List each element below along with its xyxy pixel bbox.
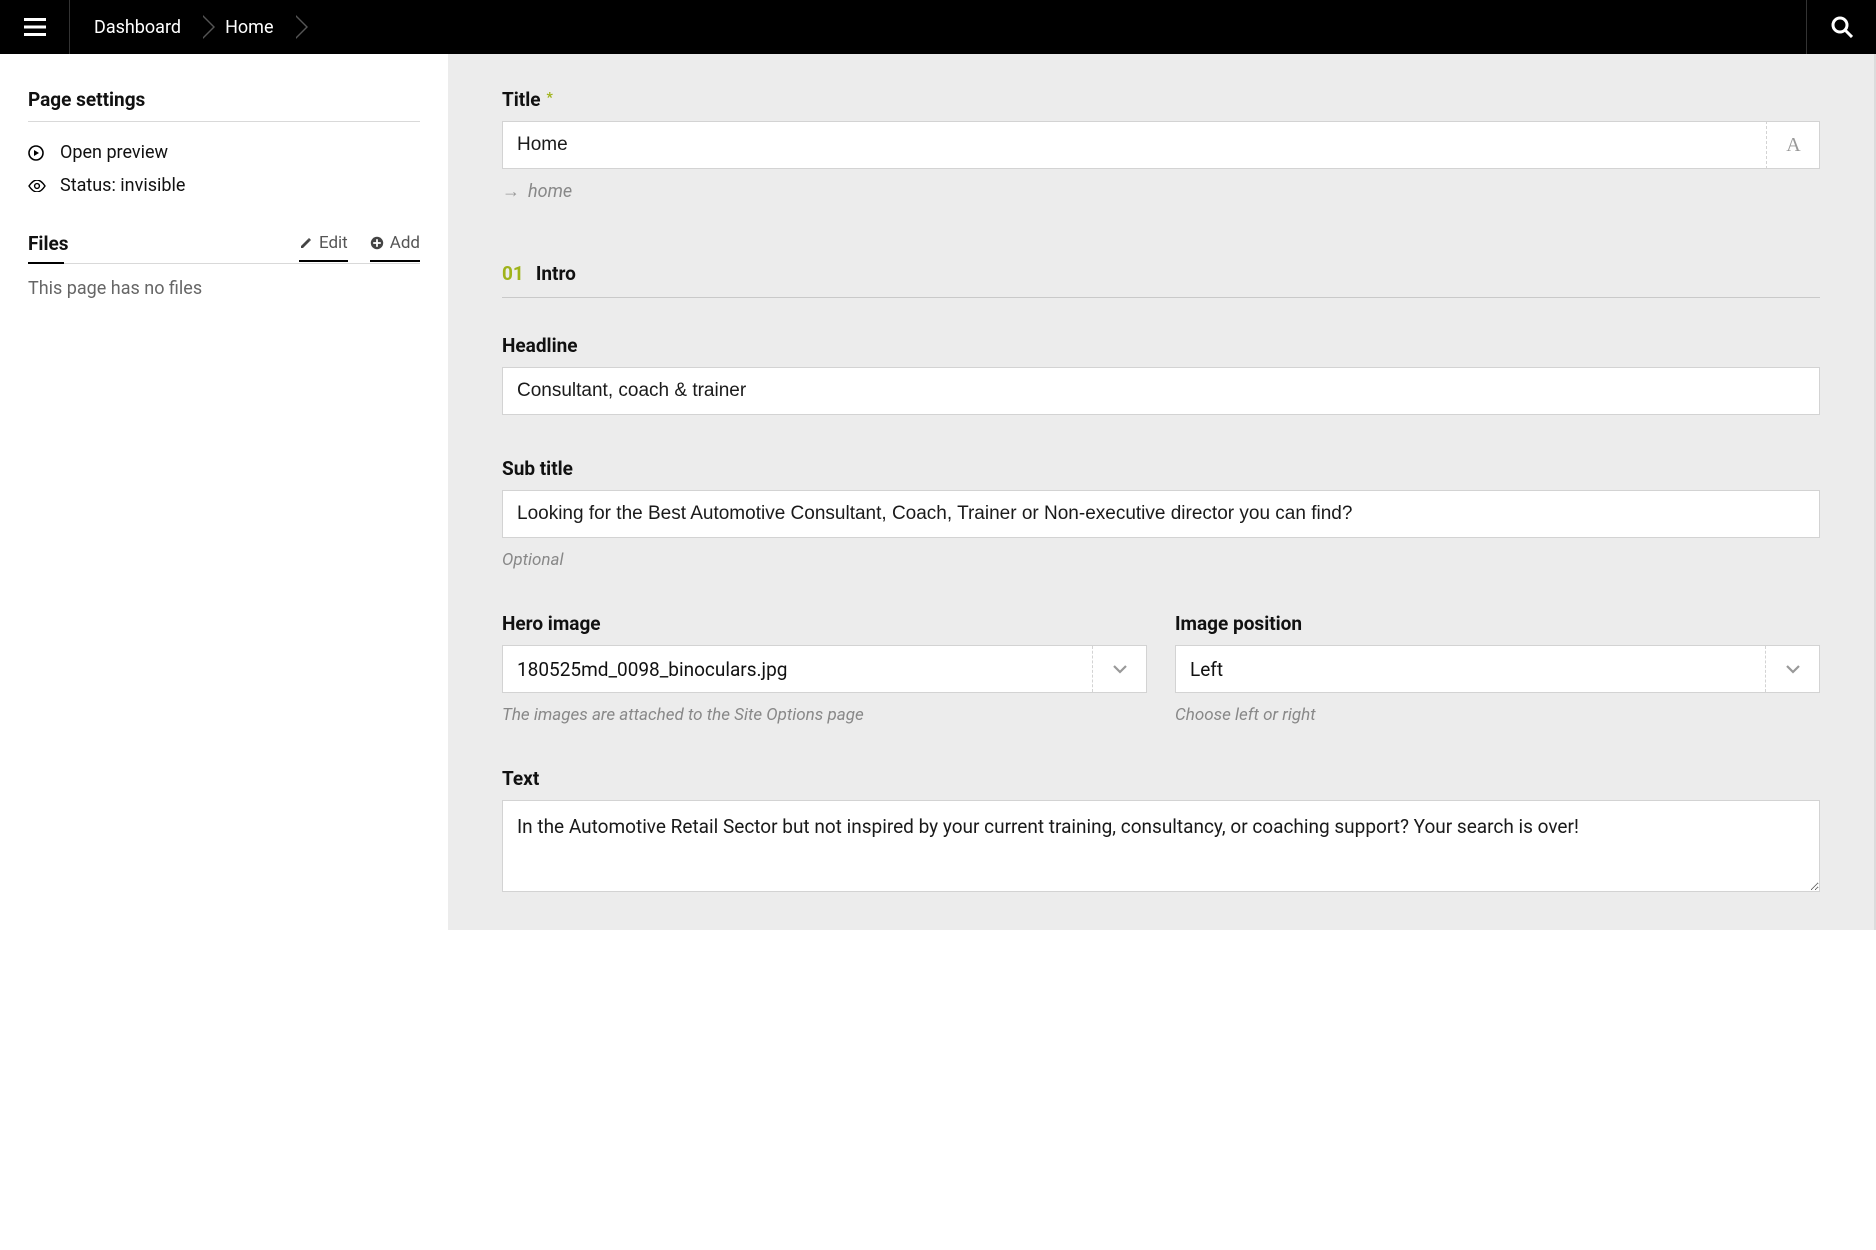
image-position-select[interactable]: Left (1175, 645, 1820, 693)
no-files-message: This page has no files (28, 278, 420, 299)
files-add-button[interactable]: Add (370, 233, 420, 261)
files-header: Files Edit (28, 232, 420, 264)
section-name: Intro (536, 262, 576, 285)
main: Title * A → home 01 Intro Headline Sub t (448, 54, 1876, 930)
title-formatting-button[interactable]: A (1766, 121, 1820, 169)
text-label: Text (502, 767, 1820, 790)
hero-label: Hero image (502, 612, 1147, 635)
required-star-icon: * (547, 90, 553, 106)
subtitle-input[interactable] (502, 490, 1820, 538)
open-preview-link[interactable]: Open preview (28, 136, 420, 169)
subtitle-help: Optional (502, 550, 1820, 570)
open-preview-label: Open preview (60, 142, 168, 163)
files-edit-label: Edit (319, 233, 348, 253)
page-settings-heading: Page settings (28, 88, 420, 122)
topbar: Dashboard Home (0, 0, 1876, 54)
hero-image-select[interactable]: 180525md_0098_binoculars.jpg (502, 645, 1147, 693)
content: Page settings Open preview Status: invis… (0, 54, 1876, 930)
plus-circle-icon (370, 236, 384, 250)
text-textarea[interactable] (502, 800, 1820, 892)
visibility-off-icon (28, 180, 46, 192)
play-circle-icon (28, 145, 46, 161)
hero-help: The images are attached to the Site Opti… (502, 705, 1147, 725)
hero-image-value: 180525md_0098_binoculars.jpg (503, 658, 1092, 681)
pencil-icon (299, 236, 313, 250)
files-heading: Files (28, 232, 69, 263)
breadcrumb: Dashboard Home (70, 0, 294, 54)
hero-row: Hero image 180525md_0098_binoculars.jpg … (502, 612, 1820, 725)
subtitle-field: Sub title Optional (502, 457, 1820, 570)
subtitle-label: Sub title (502, 457, 1820, 480)
search-icon (1831, 16, 1853, 38)
chevron-down-icon (1092, 646, 1146, 692)
files-edit-button[interactable]: Edit (299, 233, 348, 261)
status-label: Status: invisible (60, 175, 185, 196)
section-number: 01 (502, 262, 524, 285)
font-icon: A (1786, 134, 1800, 157)
files-add-label: Add (390, 233, 420, 253)
search-button[interactable] (1806, 0, 1876, 54)
hamburger-icon (24, 18, 46, 36)
headline-field: Headline (502, 334, 1820, 415)
slug-row: → home (502, 181, 1820, 202)
breadcrumb-dashboard[interactable]: Dashboard (70, 0, 201, 54)
position-help: Choose left or right (1175, 705, 1820, 725)
title-label: Title * (502, 88, 1820, 111)
arrow-right-icon: → (502, 181, 520, 202)
title-input[interactable] (502, 121, 1820, 169)
sidebar: Page settings Open preview Status: invis… (0, 54, 448, 930)
topbar-left: Dashboard Home (0, 0, 294, 54)
chevron-down-icon (1765, 646, 1819, 692)
position-label: Image position (1175, 612, 1820, 635)
headline-input[interactable] (502, 367, 1820, 415)
text-field: Text (502, 767, 1820, 896)
headline-label: Headline (502, 334, 1820, 357)
title-field: Title * A → home (502, 88, 1820, 202)
menu-button[interactable] (0, 0, 70, 54)
image-position-value: Left (1176, 658, 1765, 681)
slug-value: home (528, 181, 572, 202)
status-link[interactable]: Status: invisible (28, 169, 420, 202)
section-intro-heading: 01 Intro (502, 262, 1820, 298)
